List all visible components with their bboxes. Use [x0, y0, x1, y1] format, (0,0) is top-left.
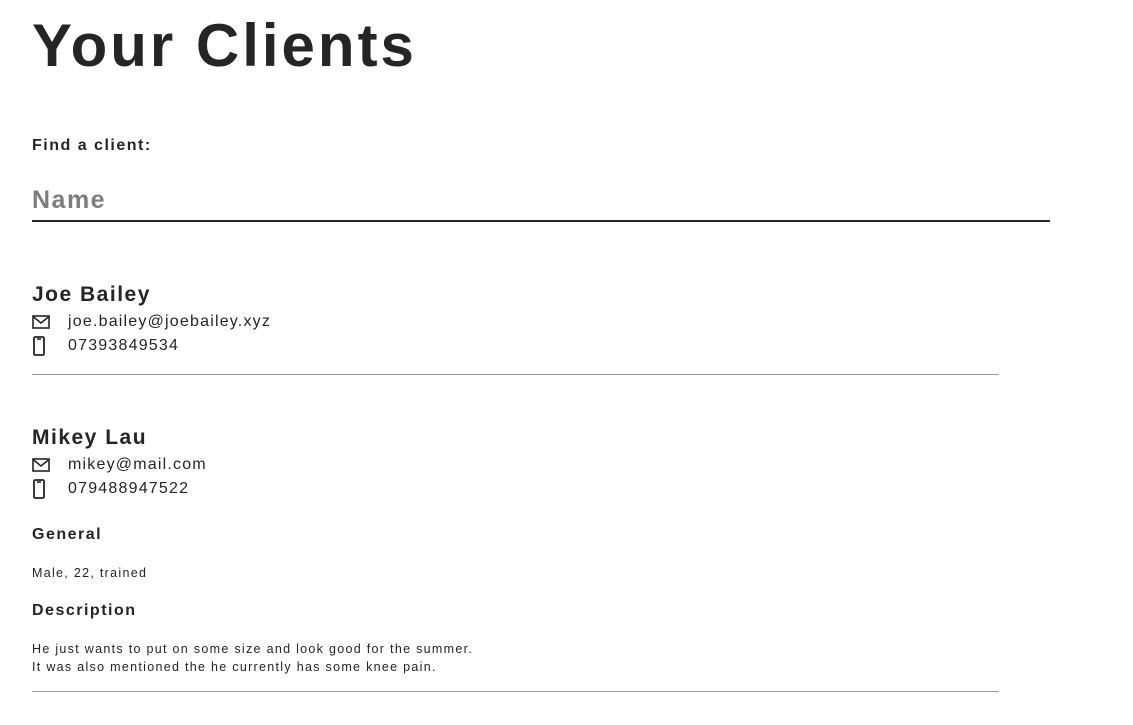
page-title: Your Clients	[32, 12, 417, 79]
general-heading: General	[32, 526, 103, 543]
clients-page: Your Clients Find a client: Joe Bailey j…	[0, 0, 1133, 725]
client-email: joe.bailey@joebailey.xyz	[68, 313, 272, 330]
search-input[interactable]	[32, 180, 1050, 222]
mail-icon	[32, 312, 52, 332]
description-heading: Description	[32, 602, 137, 619]
client-email-row: mikey@mail.com	[32, 453, 999, 477]
description-line: It was also mentioned the he currently h…	[32, 660, 437, 674]
mobile-phone-icon	[32, 479, 52, 499]
search-label: Find a client:	[32, 137, 152, 154]
client-phone: 07393849534	[68, 337, 180, 354]
client-email: mikey@mail.com	[68, 456, 207, 473]
client-name: Mikey Lau	[32, 426, 148, 449]
client-card: Mikey Lau mikey@mail.com 079488947522	[32, 425, 999, 501]
mail-icon	[32, 455, 52, 475]
client-divider	[32, 374, 999, 375]
client-name: Joe Bailey	[32, 283, 151, 306]
client-divider	[32, 691, 999, 692]
client-phone-row: 07393849534	[32, 334, 999, 358]
general-info: Male, 22, trained	[32, 566, 148, 580]
mobile-phone-icon	[32, 336, 52, 356]
client-email-row: joe.bailey@joebailey.xyz	[32, 310, 999, 334]
client-phone-row: 079488947522	[32, 477, 999, 501]
client-card: Joe Bailey joe.bailey@joebailey.xyz 0739…	[32, 282, 999, 358]
description-line: He just wants to put on some size and lo…	[32, 642, 474, 656]
client-phone: 079488947522	[68, 480, 190, 497]
